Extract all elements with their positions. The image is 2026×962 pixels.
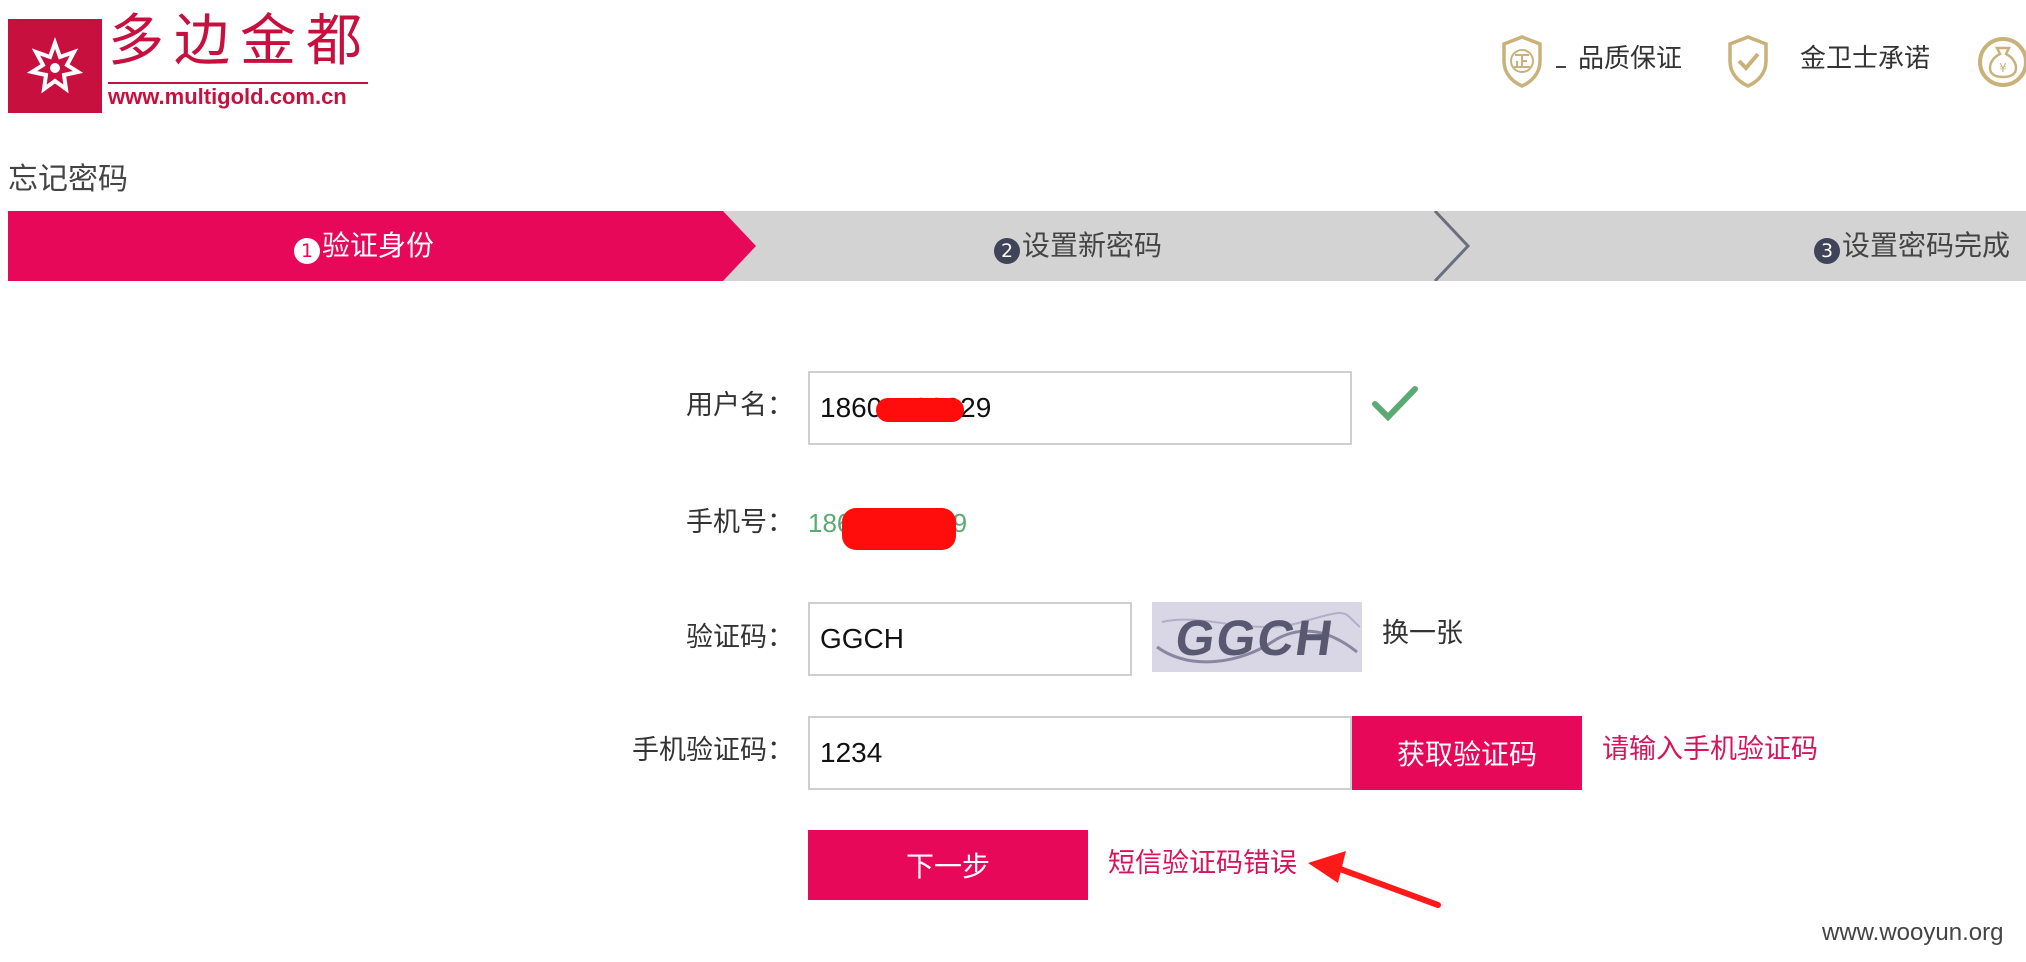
captcha-input[interactable] [808,602,1132,676]
refresh-captcha-link[interactable]: 换一张 [1382,616,1463,652]
step-number: 3 [1814,238,1840,264]
captcha-image[interactable]: GGCH [1152,602,1362,672]
shield-check-icon [1726,34,1770,88]
brand-name: 多边金都 [108,9,372,74]
phone-label: 手机号： [686,507,794,538]
separator [1556,66,1566,68]
step-number: 2 [994,238,1020,264]
brand-logo[interactable] [8,19,102,113]
valid-check-icon [1372,384,1418,424]
sms-hint: 请输入手机验证码 [1602,734,1818,765]
sms-code-input[interactable] [808,716,1352,790]
step-label: 验证身份 [322,229,435,262]
page-title: 忘记密码 [8,162,128,197]
money-bag-icon: ¥ [1976,34,2026,88]
redaction-mark [876,398,964,422]
watermark: www.wooyun.org [1822,919,2004,946]
sms-code-error: 短信验证码错误 [1108,848,1297,879]
brand-url: www.multigold.com.cn [108,84,347,109]
redaction-mark [842,508,956,550]
step-label: 设置新密码 [1022,229,1163,262]
step-label: 设置密码完成 [1842,229,2011,262]
shield-zheng-icon [1500,34,1544,88]
progress-steps: 1 验证身份 2 设置新密码 3 设置密码完成 [8,211,2026,281]
guarantee-quality: 品质保证 [1578,44,1683,74]
step-password-done: 3 设置密码完成 [1814,211,2010,281]
svg-text:¥: ¥ [1999,61,2007,75]
step-set-new-password: 2 设置新密码 [994,211,1162,281]
step-number: 1 [294,238,320,264]
sms-code-label: 手机验证码： [632,735,794,766]
arrow-annotation-icon [1300,845,1450,915]
next-step-button[interactable]: 下一步 [808,830,1088,900]
step-verify-identity: 1 验证身份 [294,211,434,281]
star-logo-icon [26,37,84,94]
guarantee-promise: 金卫士承诺 [1800,44,1931,74]
captcha-text: GGCH [1172,610,1338,666]
captcha-label: 验证码： [686,622,794,653]
username-label: 用户名： [686,390,794,421]
get-code-button[interactable]: 获取验证码 [1352,716,1582,790]
